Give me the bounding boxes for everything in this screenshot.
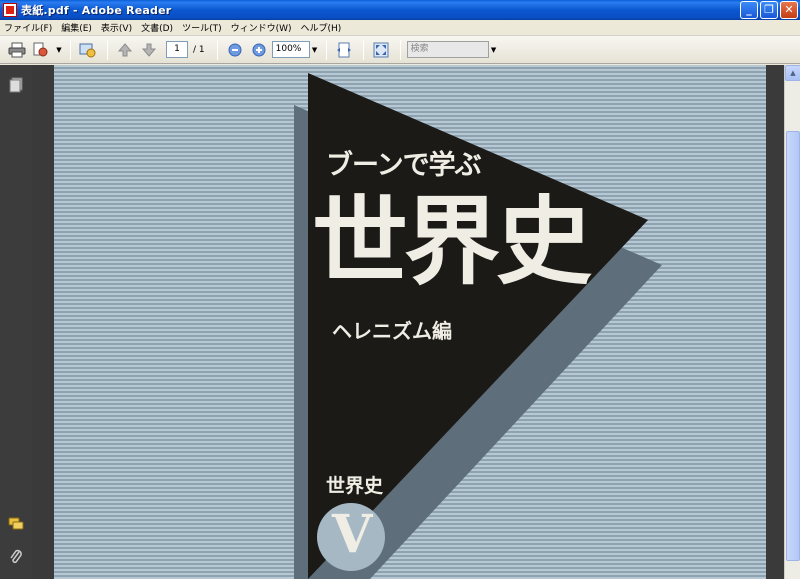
zoom-out-icon: [228, 43, 242, 56]
zoom-level-input[interactable]: 100%: [271, 41, 310, 58]
pdf-app-icon: [3, 3, 17, 17]
series-label: 世界史: [326, 475, 384, 497]
share-button[interactable]: [30, 39, 52, 61]
menu-window[interactable]: ウィンドウ(W): [231, 21, 292, 34]
zoom-out-button[interactable]: [224, 39, 246, 61]
menu-file[interactable]: ファイル(F): [4, 21, 52, 34]
arrow-up-icon: [117, 42, 133, 56]
page-total-label: / 1: [193, 44, 205, 55]
printer-icon: [8, 42, 26, 57]
cover-edition: ヘレニズム編: [332, 319, 452, 343]
menu-tools[interactable]: ツール(T): [182, 21, 222, 34]
zoom-in-button[interactable]: [248, 39, 270, 61]
attachments-icon[interactable]: [8, 549, 24, 565]
zoom-dropdown-arrow[interactable]: ▼: [310, 41, 320, 58]
full-screen-icon: [373, 42, 389, 57]
scroll-up-button[interactable]: ▲: [785, 65, 800, 81]
document-share-icon: [33, 42, 48, 56]
full-screen-button[interactable]: [370, 39, 392, 61]
volume-number: V: [332, 504, 373, 565]
toolbar-separator: [399, 39, 401, 60]
menu-bar: ファイル(F) 編集(E) 表示(V) 文書(D) ツール(T) ウィンドウ(W…: [0, 20, 800, 36]
hand-tool-button[interactable]: [77, 39, 99, 61]
toolbar: ▼ 1 / 1 100% ▼ 検索 ▼: [0, 36, 800, 64]
fit-width-icon: [336, 42, 351, 57]
toolbar-separator: [325, 39, 327, 60]
fit-width-button[interactable]: [333, 39, 355, 61]
hand-tool-icon: [79, 43, 96, 57]
window-controls: _ ❐ ✕: [740, 1, 798, 19]
search-input[interactable]: 検索: [406, 41, 489, 58]
menu-view[interactable]: 表示(V): [101, 21, 132, 34]
scrollbar-thumb[interactable]: [786, 131, 800, 561]
cover-title: 世界史: [312, 186, 592, 298]
toolbar-separator: [216, 39, 218, 60]
maximize-button[interactable]: ❐: [760, 1, 778, 19]
title-bar[interactable]: 表紙.pdf - Adobe Reader _ ❐ ✕: [0, 0, 800, 20]
toolbar-separator: [70, 39, 71, 60]
print-button[interactable]: [6, 39, 28, 61]
search-dropdown-arrow[interactable]: ▼: [489, 41, 499, 58]
share-dropdown-arrow[interactable]: ▼: [54, 41, 64, 58]
comments-icon[interactable]: [8, 516, 24, 532]
next-page-button[interactable]: [138, 39, 160, 61]
toolbar-separator: [362, 39, 364, 60]
cover-subtitle: ブーンで学ぶ: [326, 150, 482, 181]
menu-edit[interactable]: 編集(E): [61, 21, 92, 34]
zoom-in-icon: [252, 43, 266, 56]
close-button[interactable]: ✕: [780, 1, 798, 19]
document-view[interactable]: ブーンで学ぶ 世界史 ヘレニズム編 世界史 V: [32, 65, 784, 579]
previous-page-button[interactable]: [114, 39, 136, 61]
window-title: 表紙.pdf - Adobe Reader: [21, 4, 172, 17]
toolbar-separator: [107, 39, 108, 60]
arrow-down-icon: [141, 43, 157, 57]
pages-icon[interactable]: [8, 77, 24, 93]
navigation-pane: [0, 65, 32, 579]
vertical-scrollbar[interactable]: ▲: [784, 65, 800, 579]
minimize-button[interactable]: _: [740, 1, 758, 19]
menu-document[interactable]: 文書(D): [141, 21, 173, 34]
menu-help[interactable]: ヘルプ(H): [301, 21, 342, 34]
page-number-input[interactable]: 1: [166, 41, 188, 58]
pdf-page: ブーンで学ぶ 世界史 ヘレニズム編 世界史 V: [54, 65, 766, 579]
